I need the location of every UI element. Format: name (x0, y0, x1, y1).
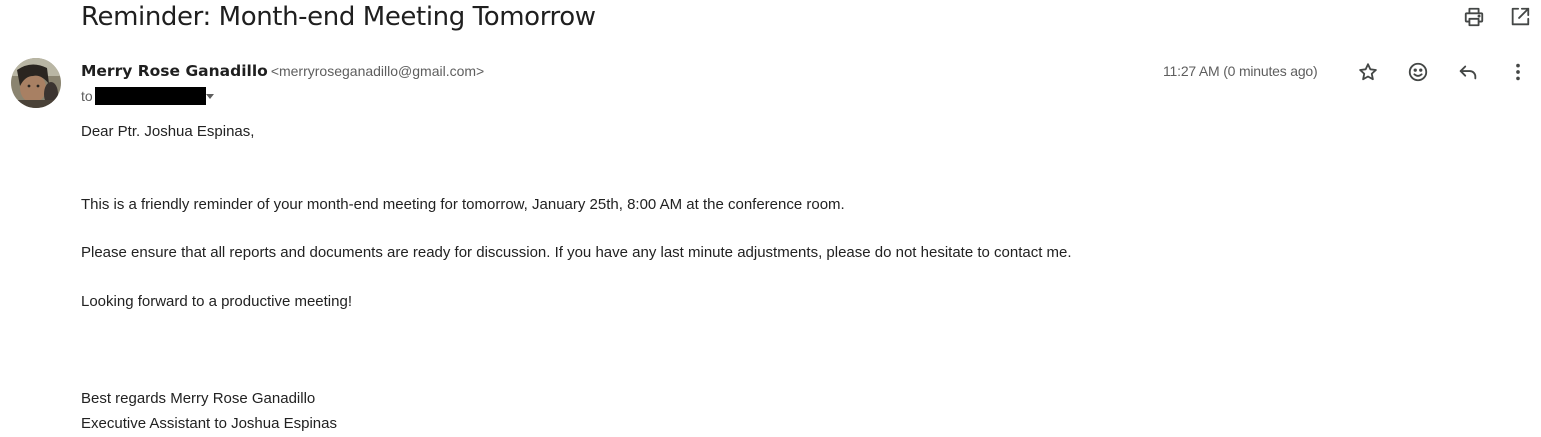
sender-name[interactable]: Merry Rose Ganadillo (81, 62, 268, 80)
email-greeting: Dear Ptr. Joshua Espinas, (81, 123, 255, 140)
sender-email: <merryroseganadillo@gmail.com> (270, 63, 485, 79)
email-timestamp: 11:27 AM (0 minutes ago) (1163, 63, 1318, 79)
email-view: Reminder: Month-end Meeting Tomorrow Mer… (0, 0, 1541, 437)
chevron-down-icon[interactable] (204, 90, 216, 102)
sender-avatar[interactable] (11, 58, 61, 108)
email-subject: Reminder: Month-end Meeting Tomorrow (81, 2, 596, 32)
email-signoff: Best regards Merry Rose Ganadillo (81, 390, 316, 407)
to-label: to (81, 88, 93, 104)
more-vertical-icon[interactable] (1507, 61, 1529, 83)
open-in-new-window-icon[interactable] (1509, 6, 1531, 28)
email-paragraph: Looking forward to a productive meeting! (81, 293, 352, 310)
print-icon[interactable] (1463, 6, 1485, 28)
email-signature-title: Executive Assistant to Joshua Espinas (81, 415, 337, 432)
star-icon[interactable] (1357, 61, 1379, 83)
redacted-recipient (94, 87, 206, 105)
email-paragraph: Please ensure that all reports and docum… (81, 244, 1072, 261)
email-paragraph: This is a friendly reminder of your mont… (81, 196, 845, 213)
sender-line: Merry Rose Ganadillo <merryroseganadillo@… (81, 61, 484, 82)
reply-icon[interactable] (1457, 61, 1479, 83)
recipient-line: to (81, 87, 216, 105)
emoji-reaction-icon[interactable] (1407, 61, 1429, 83)
